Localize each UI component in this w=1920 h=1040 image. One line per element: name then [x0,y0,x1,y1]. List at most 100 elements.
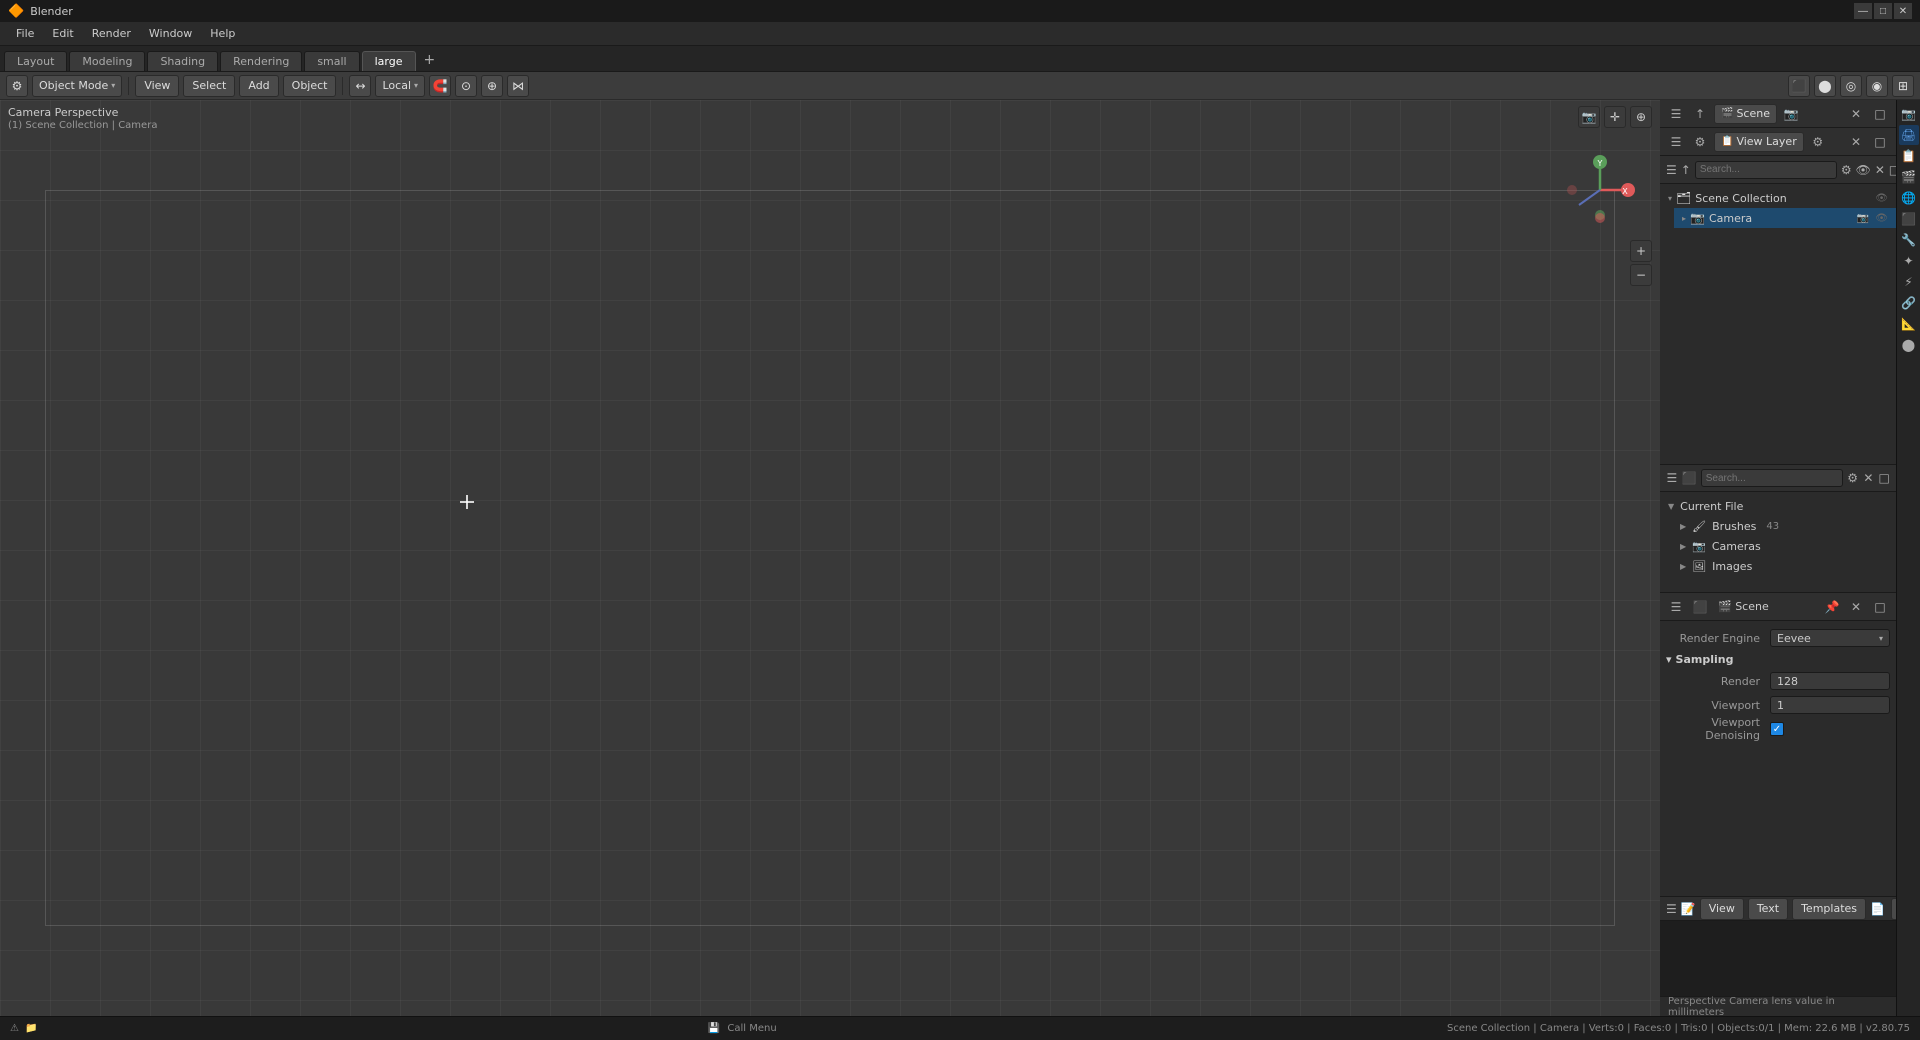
minimize-button[interactable]: — [1854,3,1872,19]
viewport[interactable]: Camera Perspective (1) Scene Collection … [0,100,1660,1016]
mode-icon-btn[interactable]: ⚙ [6,75,28,97]
transform-icon[interactable]: ↔ [349,75,371,97]
props-material-icon[interactable]: ⬤ [1899,335,1919,355]
text-file-icon[interactable]: 📄 [1870,899,1885,919]
view-layer-dropdown[interactable]: 📋 View Layer [1714,132,1804,152]
view-layer-filter-btn[interactable]: ⚙ [1690,132,1710,152]
props-type-btn[interactable]: ⬛ [1690,597,1710,617]
view-btn[interactable]: View [135,75,179,97]
close-button[interactable]: ✕ [1894,3,1912,19]
outliner-menu-btn[interactable]: ☰ [1666,160,1677,180]
props-scene-icon[interactable]: 🎬 [1899,167,1919,187]
scene-dropdown[interactable]: 🎬 Scene [1714,104,1777,124]
vp-camera-btn[interactable]: 📷 [1578,106,1600,128]
data-block-filter-btn[interactable]: ⚙ [1847,468,1859,488]
props-world-icon[interactable]: 🌐 [1899,188,1919,208]
tab-shading[interactable]: Shading [147,51,218,71]
props-data-icon[interactable]: 📐 [1899,314,1919,334]
scene-render-btn[interactable]: 📷 [1781,104,1801,124]
viewport-gizmo-btn[interactable]: ⊞ [1892,75,1914,97]
outliner-type-btn[interactable]: ↑ [1681,160,1691,180]
outliner-view-btn[interactable]: 👁 [1856,160,1871,180]
data-item-current-file[interactable]: ▼ Current File [1660,496,1896,516]
viewport-overlay-btn[interactable]: ◉ [1866,75,1888,97]
data-block-search[interactable] [1701,469,1843,487]
tab-small[interactable]: small [304,51,359,71]
text-view-btn[interactable]: View [1700,898,1744,920]
data-block-type-btn[interactable]: ⬛ [1682,468,1697,488]
menu-help[interactable]: Help [202,25,243,42]
snap-icon[interactable]: 🧲 [429,75,451,97]
vp-transform-btn[interactable]: ⊕ [1630,106,1652,128]
scene-collection-eye[interactable]: 👁 [1875,193,1888,204]
add-workspace-button[interactable]: + [418,51,442,69]
tab-modeling[interactable]: Modeling [69,51,145,71]
mesh-symmetry-icon[interactable]: ⋈ [507,75,529,97]
transform-space-dropdown[interactable]: Local ▾ [375,75,425,97]
select-btn[interactable]: Select [183,75,235,97]
viewport-shading-material[interactable]: ⬤ [1814,75,1836,97]
viewport-shading-solid[interactable]: ⬛ [1788,75,1810,97]
props-view-layer-icon[interactable]: 📋 [1899,146,1919,166]
outliner-item-scene-collection[interactable]: ▾ 🗂 Scene Collection 👁 [1660,188,1896,208]
text-editor-type-btn[interactable]: 📝 [1681,899,1696,919]
camera-eye[interactable]: 👁 [1875,213,1888,224]
scene-view-icon-btn[interactable]: ☰ [1666,104,1686,124]
data-block-maximize-btn[interactable]: □ [1878,468,1890,488]
scene-filter-btn[interactable]: ↑ [1690,104,1710,124]
data-block-close-btn[interactable]: ✕ [1862,468,1874,488]
props-maximize-btn[interactable]: □ [1870,597,1890,617]
props-constraints-icon[interactable]: 🔗 [1899,293,1919,313]
outliner-maximize-btn[interactable]: □ [1889,160,1896,180]
props-output-icon[interactable]: 🖨 [1899,125,1919,145]
render-engine-dropdown[interactable]: Eevee ▾ [1770,629,1890,647]
menu-edit[interactable]: Edit [44,25,81,42]
text-templates-btn[interactable]: Templates [1792,898,1866,920]
props-close-btn[interactable]: ✕ [1846,597,1866,617]
outliner-close-btn[interactable]: ✕ [1875,160,1885,180]
props-pin-btn[interactable]: 📌 [1822,597,1842,617]
view-layer-icon-btn[interactable]: ☰ [1666,132,1686,152]
outliner-search-input[interactable] [1695,161,1837,179]
transform-orient-icon[interactable]: ⊕ [481,75,503,97]
viewport-shading-rendered[interactable]: ◎ [1840,75,1862,97]
props-render-icon[interactable]: 📷 [1899,104,1919,124]
props-particles-icon[interactable]: ✦ [1899,251,1919,271]
title-bar-controls[interactable]: — □ ✕ [1854,3,1912,19]
text-text-btn[interactable]: Text [1748,898,1788,920]
viewport-denoising-checkbox[interactable]: ✓ [1770,722,1784,736]
tab-rendering[interactable]: Rendering [220,51,302,71]
add-btn[interactable]: Add [239,75,278,97]
view-layer-maximize-btn[interactable]: □ [1870,104,1890,124]
maximize-button[interactable]: □ [1874,3,1892,19]
outliner-filter-btn[interactable]: ⚙ [1841,160,1852,180]
data-item-images[interactable]: ▶ 🖼 Images [1660,556,1896,576]
data-item-cameras[interactable]: ▶ 📷 Cameras [1660,536,1896,556]
props-object-icon[interactable]: ⬛ [1899,209,1919,229]
data-item-brushes[interactable]: ▶ 🖌 Brushes 43 [1660,516,1896,536]
object-btn[interactable]: Object [283,75,337,97]
view-layer-close-btn[interactable]: ✕ [1846,104,1866,124]
menu-window[interactable]: Window [141,25,200,42]
text-editor-menu-btn[interactable]: ☰ [1666,899,1677,919]
outliner-item-camera[interactable]: ▸ 📷 Camera 📷 👁 [1674,208,1896,228]
tab-layout[interactable]: Layout [4,51,67,71]
data-block-menu-btn[interactable]: ☰ [1666,468,1678,488]
sampling-section-title[interactable]: ▾ Sampling [1666,651,1890,670]
props-physics-icon[interactable]: ⚡ [1899,272,1919,292]
render-samples-input[interactable]: 128 [1770,672,1890,690]
view-layer-settings-btn[interactable]: ⚙ [1808,132,1828,152]
tab-large[interactable]: large [362,51,416,71]
menu-render[interactable]: Render [84,25,139,42]
view-layer-maximize2-btn[interactable]: □ [1870,132,1890,152]
props-modifier-icon[interactable]: 🔧 [1899,230,1919,250]
props-menu-btn[interactable]: ☰ [1666,597,1686,617]
menu-file[interactable]: File [8,25,42,42]
vp-zoom-out[interactable]: − [1630,264,1652,286]
vp-cursor-btn[interactable]: ✛ [1604,106,1626,128]
vp-zoom-in[interactable]: + [1630,240,1652,262]
viewport-samples-input[interactable]: 1 [1770,696,1890,714]
view-layer-close2-btn[interactable]: ✕ [1846,132,1866,152]
proportional-icon[interactable]: ⊙ [455,75,477,97]
object-mode-dropdown[interactable]: Object Mode ▾ [32,75,122,97]
